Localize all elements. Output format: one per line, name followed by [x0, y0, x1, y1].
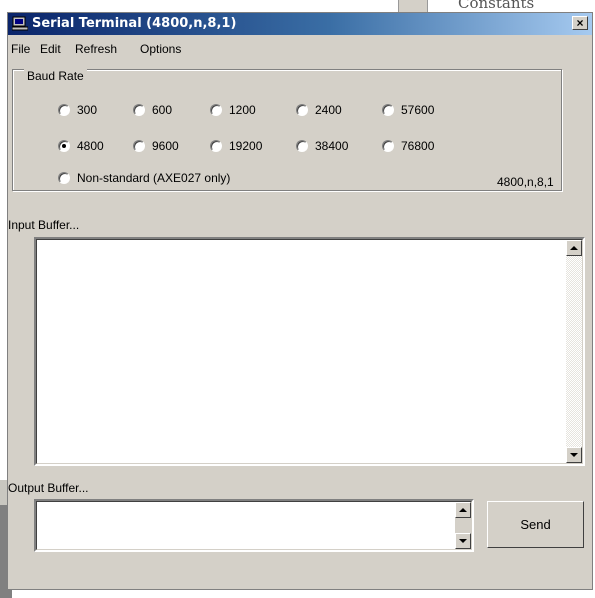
radio-indicator	[296, 140, 308, 152]
radio-label: Non-standard (AXE027 only)	[77, 171, 231, 185]
radio-label: 38400	[315, 139, 349, 153]
title-bar[interactable]: Serial Terminal (4800,n,8,1) ×	[8, 13, 592, 35]
radio-baud-300[interactable]: 300	[58, 103, 97, 117]
radio-baud-600[interactable]: 600	[133, 103, 172, 117]
radio-baud-4800[interactable]: 4800	[58, 139, 104, 153]
background-text: Constants	[458, 0, 535, 12]
close-icon: ×	[576, 16, 584, 30]
radio-baud-38400[interactable]: 38400	[296, 139, 348, 153]
radio-label: 1200	[229, 103, 256, 117]
radio-indicator	[382, 140, 394, 152]
arrow-up-icon	[570, 246, 578, 250]
scroll-down-button[interactable]	[566, 447, 582, 463]
radio-baud-nonstandard[interactable]: Non-standard (AXE027 only)	[58, 171, 230, 185]
arrow-down-icon	[570, 453, 578, 457]
radio-indicator	[296, 104, 308, 116]
input-buffer-textarea[interactable]	[34, 237, 585, 466]
radio-label: 4800	[77, 139, 104, 153]
input-buffer-scrollbar[interactable]	[566, 240, 582, 463]
radio-label: 9600	[152, 139, 179, 153]
menu-edit[interactable]: Edit	[40, 42, 61, 56]
radio-indicator	[133, 104, 145, 116]
radio-indicator	[58, 104, 70, 116]
radio-indicator	[210, 140, 222, 152]
radio-label: 76800	[401, 139, 435, 153]
radio-indicator	[58, 172, 70, 184]
radio-baud-9600[interactable]: 9600	[133, 139, 179, 153]
output-buffer-bevel	[36, 501, 472, 550]
arrow-up-icon	[459, 508, 467, 512]
arrow-down-icon	[459, 539, 467, 543]
scroll-down-button[interactable]	[455, 533, 471, 549]
radio-label: 2400	[315, 103, 342, 117]
output-buffer-scrollbar[interactable]	[455, 502, 471, 549]
output-buffer-textarea[interactable]	[34, 499, 474, 552]
window-title: Serial Terminal (4800,n,8,1)	[32, 16, 237, 31]
radio-label: 600	[152, 103, 173, 117]
radio-indicator	[210, 104, 222, 116]
radio-indicator	[382, 104, 394, 116]
computer-icon	[12, 16, 28, 31]
menu-options[interactable]: Options	[140, 42, 181, 56]
radio-indicator	[58, 140, 70, 152]
radio-baud-76800[interactable]: 76800	[382, 139, 434, 153]
radio-baud-1200[interactable]: 1200	[210, 103, 256, 117]
radio-label: 57600	[401, 103, 435, 117]
scroll-up-button[interactable]	[455, 502, 471, 518]
serial-settings-status: 4800,n,8,1	[497, 175, 554, 189]
radio-baud-57600[interactable]: 57600	[382, 103, 434, 117]
close-button[interactable]: ×	[572, 16, 588, 30]
radio-label: 300	[77, 103, 98, 117]
menu-refresh[interactable]: Refresh	[75, 42, 117, 56]
input-buffer-label: Input Buffer...	[8, 218, 80, 232]
menu-bar: File Edit Refresh Options	[8, 37, 592, 57]
send-button[interactable]: Send	[487, 501, 584, 548]
menu-file[interactable]: File	[11, 42, 30, 56]
baud-rate-legend: Baud Rate	[24, 69, 87, 83]
input-buffer-bevel	[36, 239, 583, 464]
radio-baud-2400[interactable]: 2400	[296, 103, 342, 117]
radio-indicator	[133, 140, 145, 152]
radio-baud-19200[interactable]: 19200	[210, 139, 262, 153]
radio-label: 19200	[229, 139, 263, 153]
output-buffer-label: Output Buffer...	[8, 481, 89, 495]
scroll-up-button[interactable]	[566, 240, 582, 256]
